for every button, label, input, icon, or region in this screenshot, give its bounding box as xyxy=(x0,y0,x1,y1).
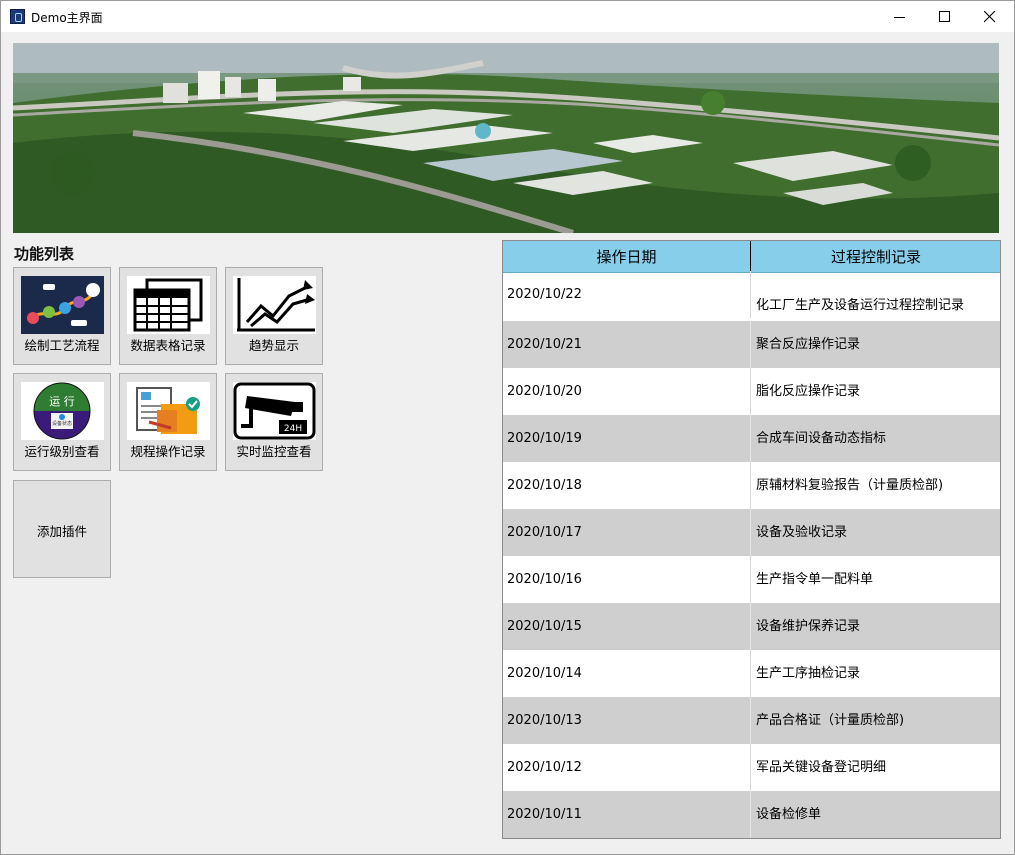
tile-label: 规程操作记录 xyxy=(130,444,206,459)
tile-label: 绘制工艺流程 xyxy=(24,338,100,353)
cctv-camera-icon: 24H xyxy=(233,382,316,440)
cell-date: 2020/10/22 xyxy=(503,271,751,318)
cell-date: 2020/10/16 xyxy=(503,556,751,603)
cell-record-name: 原辅材料复验报告（计量质检部) xyxy=(756,478,944,493)
title-bar: Demo主界面 xyxy=(1,1,1014,32)
tile-label: 实时监控查看 xyxy=(236,444,312,459)
procedure-record-icon xyxy=(127,382,210,440)
cell-date: 2020/10/20 xyxy=(503,368,751,415)
table-row[interactable]: 2020/10/16 生产指令单一配料单 xyxy=(503,556,1000,603)
cell-record-name: 军品关键设备登记明细 xyxy=(756,760,887,775)
data-table-icon xyxy=(127,276,210,334)
cell-record-name: 聚合反应操作记录 xyxy=(756,337,861,352)
table-row[interactable]: 2020/10/12 军品关键设备登记明细 xyxy=(503,744,1000,791)
badge-subtext: 设备状态 xyxy=(52,420,72,427)
cell-date: 2020/10/11 xyxy=(503,791,751,838)
cell-date: 2020/10/13 xyxy=(503,697,751,744)
cell-record-name: 产品合格证（计量质检部) xyxy=(756,713,905,728)
factory-aerial-illustration xyxy=(13,43,999,233)
cell-date: 2020/10/12 xyxy=(503,744,751,791)
tile-label: 趋势显示 xyxy=(248,338,299,353)
cell-date: 2020/10/14 xyxy=(503,650,751,697)
add-plugin-button[interactable]: 添加插件 xyxy=(13,480,111,578)
factory-banner-image xyxy=(13,43,999,233)
run-level-view-tile[interactable]: 运 行 设备状态 运行级别查看 xyxy=(13,373,111,471)
table-body: 2020/10/22 化工厂生产及设备运行过程控制记录 2020/10/21 聚合反应… xyxy=(503,271,1000,838)
maximize-button[interactable] xyxy=(922,1,968,32)
cell-record-name: 设备及验收记录 xyxy=(756,525,848,540)
cell-date: 2020/10/15 xyxy=(503,603,751,650)
tile-label: 运行级别查看 xyxy=(24,444,100,459)
cell-record-name: 合成车间设备动态指标 xyxy=(756,431,887,446)
minimize-button[interactable] xyxy=(877,1,923,32)
table-row[interactable]: 2020/10/21 聚合反应操作记录 xyxy=(503,321,1000,368)
add-plugin-label: 添加插件 xyxy=(36,524,87,539)
minimize-icon xyxy=(894,17,905,18)
tile-label: 数据表格记录 xyxy=(130,338,206,353)
cell-record-name: 设备维护保养记录 xyxy=(756,619,861,634)
table-row[interactable]: 2020/10/18 原辅材料复验报告（计量质检部) xyxy=(503,462,1000,509)
cell-date: 2020/10/21 xyxy=(503,321,751,368)
app-icon xyxy=(10,9,25,24)
run-level-badge-icon: 运 行 设备状态 xyxy=(21,382,104,440)
function-list-title: 功能列表 xyxy=(14,245,75,263)
table-row[interactable]: 2020/10/15 设备维护保养记录 xyxy=(503,603,1000,650)
table-row[interactable]: 2020/10/19 合成车间设备动态指标 xyxy=(503,415,1000,462)
trend-display-tile[interactable]: 趋势显示 xyxy=(225,267,323,365)
cell-date: 2020/10/17 xyxy=(503,509,751,556)
column-header-record[interactable]: 过程控制记录 xyxy=(752,241,1000,273)
data-table-record-tile[interactable]: 数据表格记录 xyxy=(119,267,217,365)
table-row[interactable]: 2020/10/13 产品合格证（计量质检部) xyxy=(503,697,1000,744)
cell-record-name: 设备检修单 xyxy=(756,807,822,822)
table-row[interactable]: 2020/10/11 设备检修单 xyxy=(503,791,1000,838)
realtime-monitor-tile[interactable]: 24H 实时监控查看 xyxy=(225,373,323,471)
table-row[interactable]: 2020/10/20 脂化反应操作记录 xyxy=(503,368,1000,415)
table-row[interactable]: 2020/10/22 化工厂生产及设备运行过程控制记录 xyxy=(503,271,1000,321)
cell-record-name: 生产工序抽检记录 xyxy=(756,666,861,681)
table-row[interactable]: 2020/10/17 设备及验收记录 xyxy=(503,509,1000,556)
table-header: 操作日期 过程控制记录 xyxy=(503,241,1000,273)
procedure-record-tile[interactable]: 规程操作记录 xyxy=(119,373,217,471)
maximize-icon xyxy=(939,11,950,22)
close-button[interactable] xyxy=(967,1,1013,32)
cell-record-name: 生产指令单一配料单 xyxy=(756,572,874,587)
cell-date: 2020/10/19 xyxy=(503,415,751,462)
draw-process-flow-tile[interactable]: 绘制工艺流程 xyxy=(13,267,111,365)
process-records-table: 操作日期 过程控制记录 2020/10/22 化工厂生产及设备运行过程控制记录 20… xyxy=(502,240,1001,839)
trend-chart-icon xyxy=(233,276,316,334)
cell-date: 2020/10/18 xyxy=(503,462,751,509)
cell-record-name: 脂化反应操作记录 xyxy=(756,384,861,399)
badge-text: 运 行 xyxy=(49,395,75,408)
window-title: Demo主界面 xyxy=(31,11,103,25)
process-flow-icon xyxy=(21,276,104,334)
close-icon xyxy=(984,11,996,23)
main-window: Demo主界面 功能列表 绘制工艺流程 数据表格记录 趋势显示 运 行 设备状态… xyxy=(0,0,1015,855)
badge-text: 24H xyxy=(284,424,302,434)
column-header-date[interactable]: 操作日期 xyxy=(503,241,751,273)
table-row[interactable]: 2020/10/14 生产工序抽检记录 xyxy=(503,650,1000,697)
